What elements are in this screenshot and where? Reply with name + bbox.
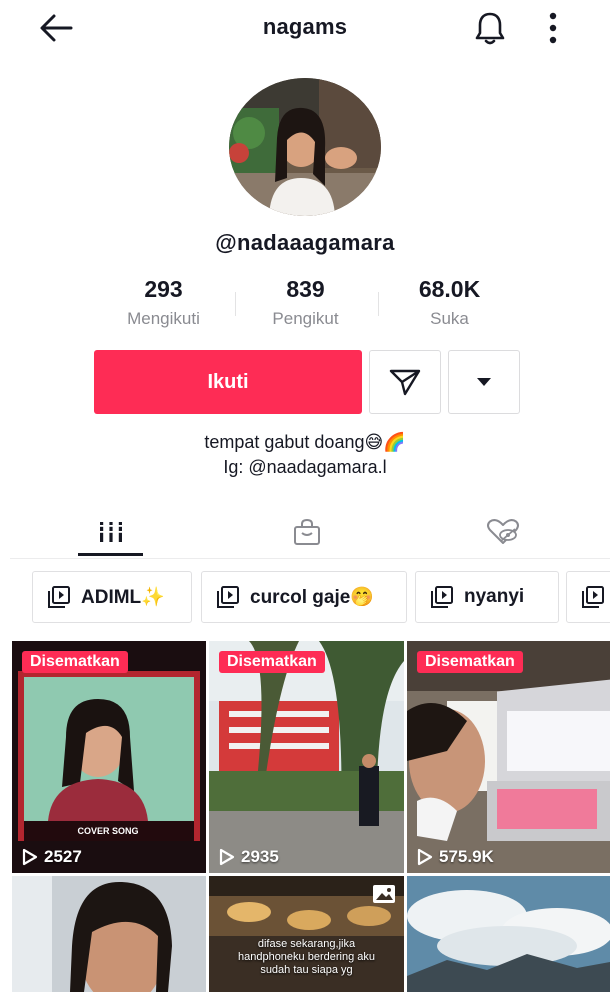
liked-hidden-icon — [486, 519, 519, 544]
bio-line: tempat gabut doang😅🌈 — [204, 432, 406, 452]
top-bar: nagams — [0, 0, 610, 56]
playlist-chip[interactable]: curcol gaje🤭 — [201, 571, 407, 623]
view-count: 2935 — [219, 847, 279, 867]
view-count: 575.9K — [417, 847, 494, 867]
more-options-button[interactable] — [538, 8, 568, 48]
tab-videos[interactable] — [78, 506, 143, 558]
video-overlay-text: COVER SONG — [77, 826, 138, 836]
tab-liked[interactable] — [470, 506, 535, 558]
stat-followers-count: 839 — [286, 276, 325, 302]
playlist-label: nyanyi — [464, 586, 525, 607]
video-thumbnail[interactable]: Disematkan 2935 — [209, 641, 404, 873]
video-thumbnail[interactable] — [407, 876, 610, 992]
tab-active-indicator — [78, 553, 143, 556]
photo-caption: difase sekarang,jika handphoneku berderi… — [237, 938, 375, 976]
pinned-badge: Disematkan — [219, 651, 325, 673]
caret-down-icon — [477, 378, 491, 386]
stat-following-label: Mengikuti — [127, 309, 200, 328]
playlist-row: ADIML✨ curcol gaje🤭 nyanyi — [32, 571, 610, 627]
photo-icon — [373, 885, 395, 903]
send-icon — [389, 369, 421, 396]
playlist-icon — [431, 586, 453, 608]
notification-button[interactable] — [470, 8, 510, 48]
playlist-chip[interactable]: ADIML✨ — [32, 571, 192, 623]
profile-username: @nadaaagamara — [215, 230, 395, 255]
grid-icon — [97, 522, 124, 542]
more-vertical-icon — [549, 12, 557, 44]
profile-bio: tempat gabut doang😅🌈 Ig: @naadagamara.l — [0, 430, 610, 480]
video-thumbnail[interactable]: Disematkan 575.9K — [407, 641, 610, 873]
bell-icon — [475, 12, 505, 45]
bio-link[interactable]: Ig: @naadagamara.l — [0, 455, 610, 480]
view-count-value: 2935 — [241, 847, 279, 866]
video-thumbnail[interactable] — [12, 876, 206, 992]
profile-stats: 293 Mengikuti 839 Pengikut 68.0K Suka — [90, 274, 520, 336]
stat-likes-count: 68.0K — [418, 276, 481, 302]
playlist-chip[interactable]: nyanyi — [415, 571, 559, 623]
avatar[interactable] — [229, 78, 381, 216]
view-count-value: 2527 — [44, 847, 82, 866]
suggested-accounts-button[interactable] — [448, 350, 520, 414]
play-icon — [22, 848, 38, 866]
tab-shop[interactable] — [274, 506, 339, 558]
stat-following-count: 293 — [144, 276, 183, 302]
video-grid: COVER SONG Disematkan 2527 Disematkan 29… — [12, 641, 610, 992]
view-count-value: 575.9K — [439, 847, 494, 866]
play-icon — [219, 848, 235, 866]
stat-followers-label: Pengikut — [272, 309, 339, 328]
playlist-icon — [217, 586, 239, 608]
stat-following[interactable]: 293 Mengikuti — [92, 274, 235, 332]
playlist-icon — [582, 586, 604, 608]
play-icon — [417, 848, 433, 866]
playlist-chip[interactable] — [566, 571, 610, 623]
stat-likes-label: Suka — [430, 309, 469, 328]
page-title: nagams — [262, 14, 348, 39]
playlist-label: ADIML✨ — [81, 587, 165, 608]
message-button[interactable] — [369, 350, 441, 414]
content-tabs — [10, 506, 610, 559]
follow-button[interactable]: Ikuti — [94, 350, 362, 414]
video-thumbnail[interactable]: COVER SONG Disematkan 2527 — [12, 641, 206, 873]
stat-followers[interactable]: 839 Pengikut — [234, 274, 377, 332]
shop-bag-icon — [293, 518, 320, 545]
pinned-badge: Disematkan — [22, 651, 128, 673]
pinned-badge: Disematkan — [417, 651, 523, 673]
photo-thumbnail[interactable]: difase sekarang,jika handphoneku berderi… — [209, 876, 404, 992]
view-count: 2527 — [22, 847, 82, 867]
stat-likes[interactable]: 68.0K Suka — [378, 274, 521, 332]
playlist-icon — [48, 586, 70, 608]
playlist-label: curcol gaje🤭 — [250, 587, 374, 608]
